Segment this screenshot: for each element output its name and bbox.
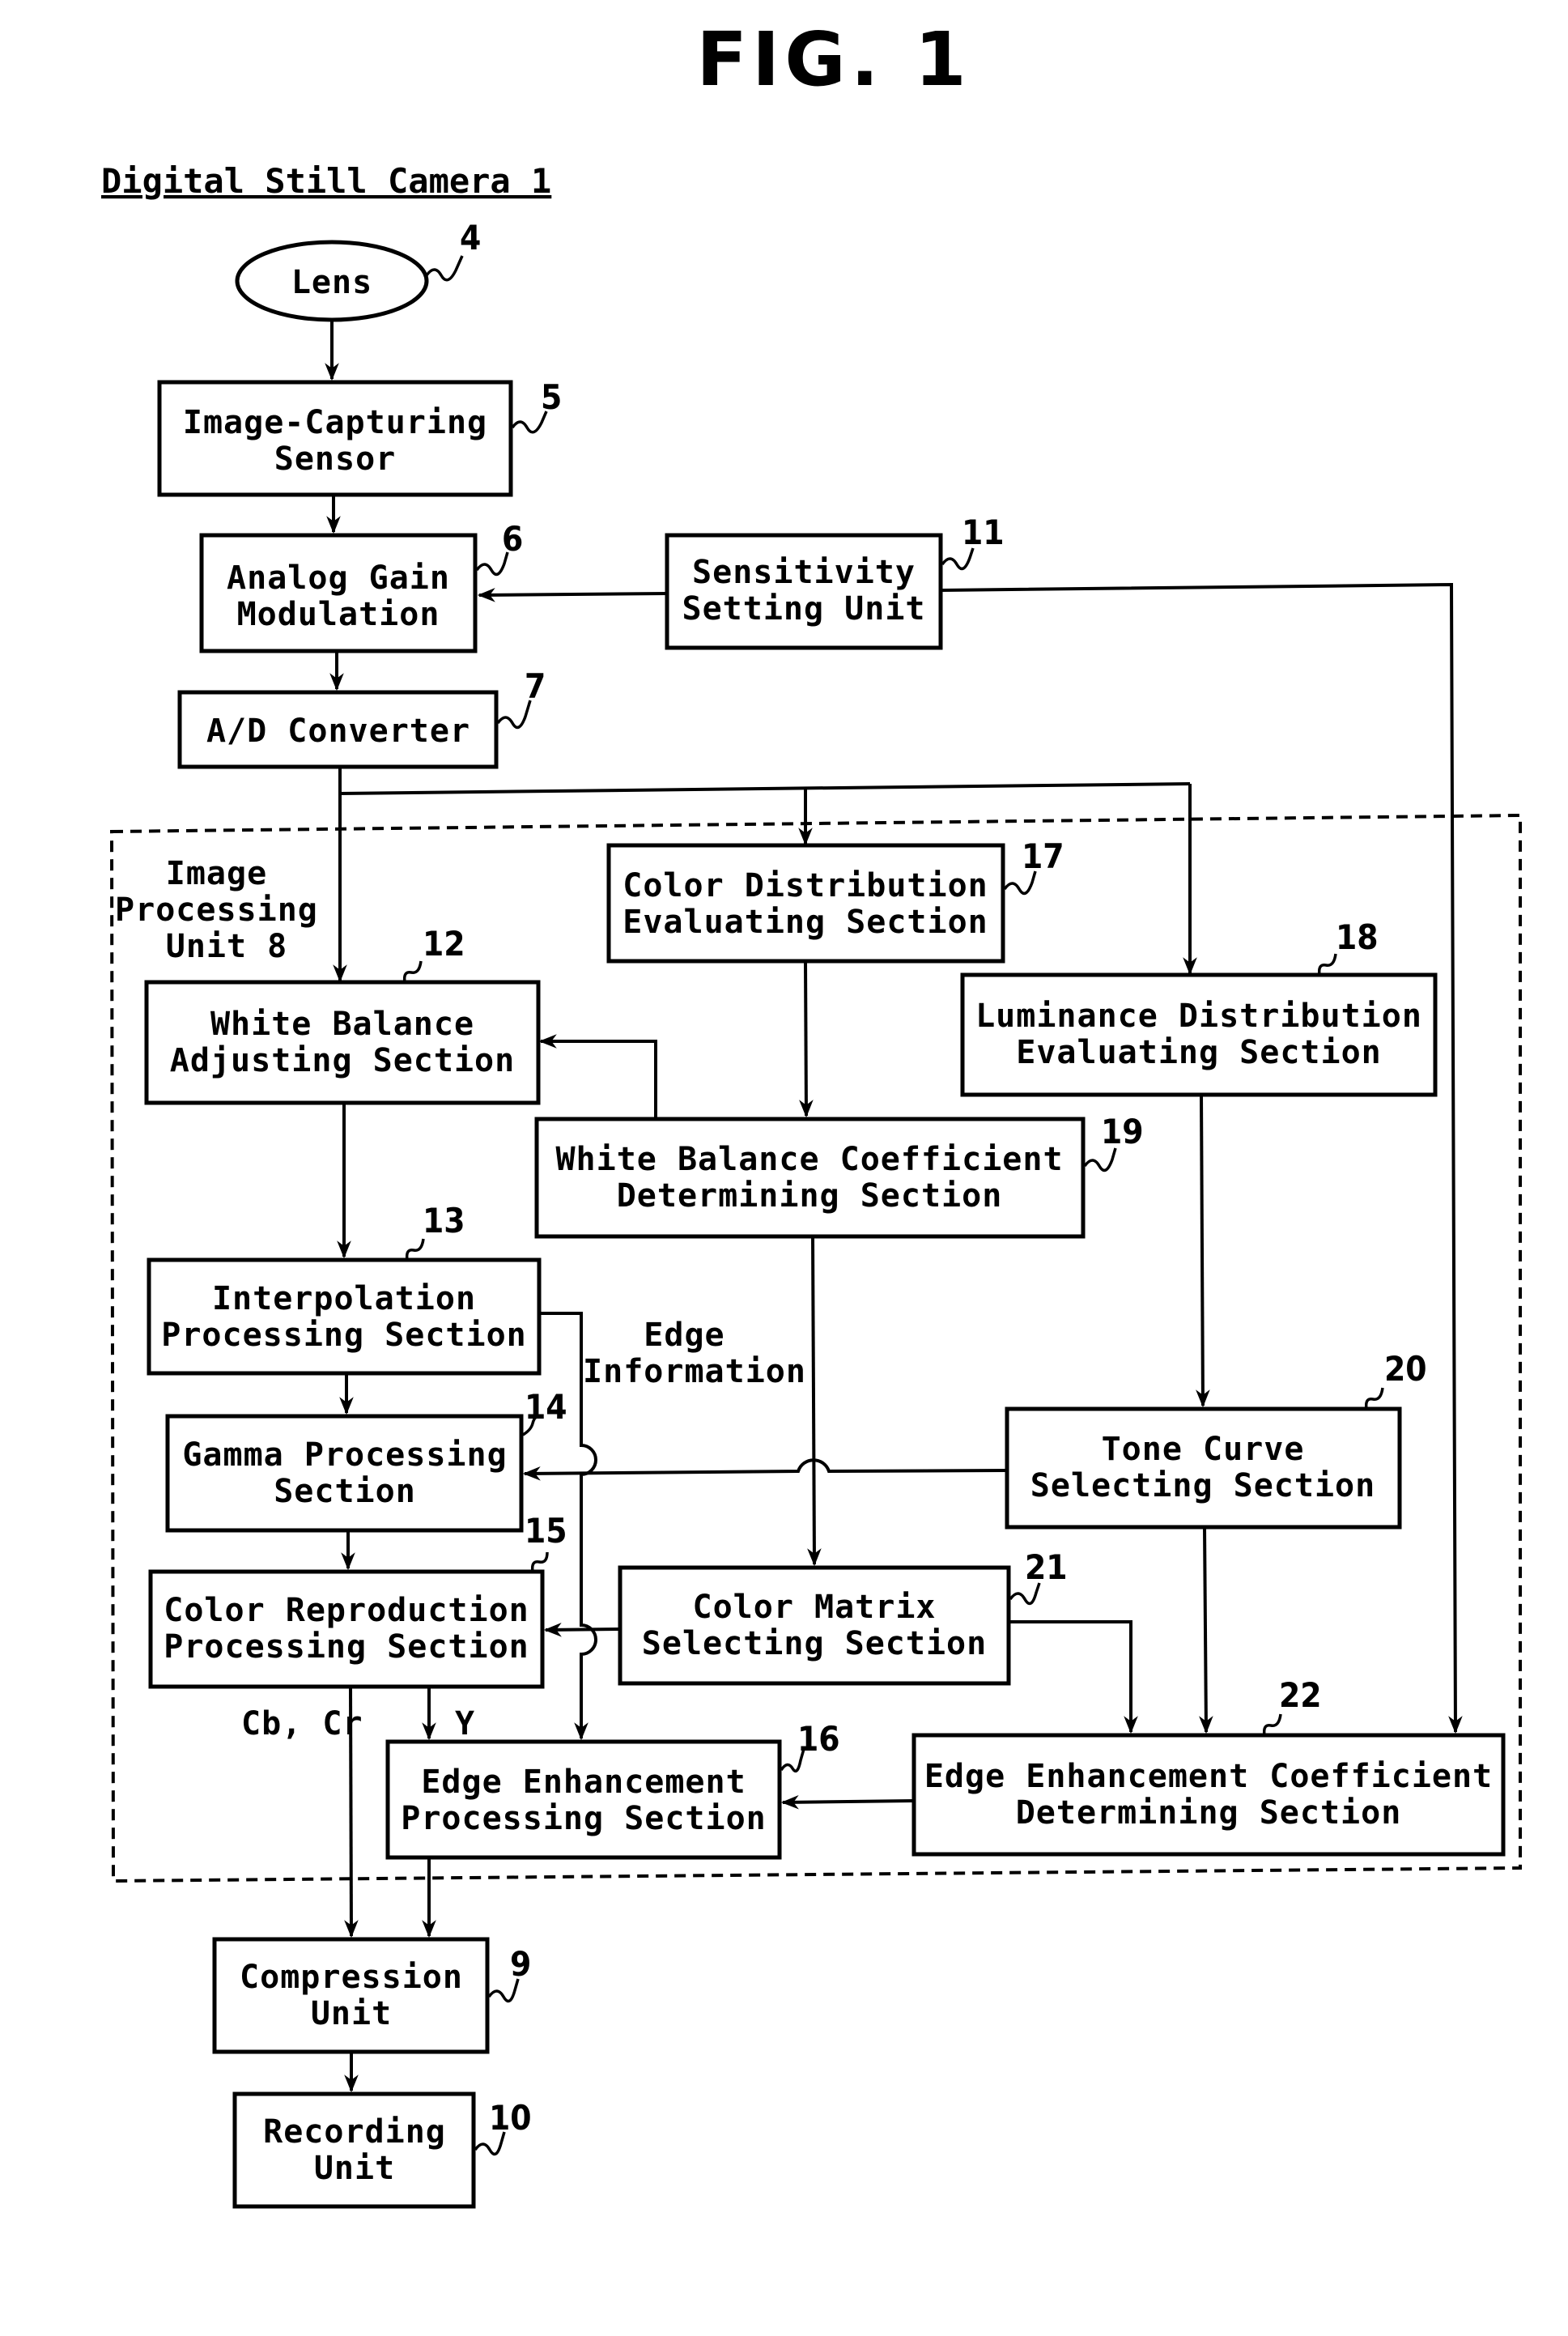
block-color-matrix-selecting: Color Matrix Selecting Section 21 xyxy=(618,1547,1068,1686)
ref-number: 4 xyxy=(460,218,481,257)
arrow-edge-coef-to-edge-proc xyxy=(780,1794,915,1810)
svg-text:Color Reproduction: Color Reproduction xyxy=(164,1592,529,1629)
svg-text:Processing Section: Processing Section xyxy=(161,1317,526,1354)
arrow-lum-dist-to-tone-curve xyxy=(1196,1094,1210,1408)
ref-number: 19 xyxy=(1101,1112,1144,1151)
svg-text:Analog Gain: Analog Gain xyxy=(227,560,450,597)
ref-number: 14 xyxy=(525,1387,567,1427)
ref-number: 22 xyxy=(1279,1675,1322,1715)
block-image-capturing-sensor: Image-Capturing Sensor 5 xyxy=(157,377,562,497)
block-white-balance-coefficient-determining: White Balance Coefficient Determining Se… xyxy=(534,1112,1144,1239)
ref-number: 12 xyxy=(423,924,465,964)
ref-number: 16 xyxy=(797,1719,840,1759)
svg-text:Unit: Unit xyxy=(311,1995,392,2032)
arrow-tone-curve-to-edge-coef xyxy=(1199,1526,1213,1734)
svg-text:White Balance: White Balance xyxy=(210,1006,474,1043)
svg-text:Unit: Unit xyxy=(314,2150,395,2187)
svg-text:Image-Capturing: Image-Capturing xyxy=(183,404,487,441)
ref-number: 21 xyxy=(1025,1547,1068,1587)
ref-number: 10 xyxy=(489,2098,532,2138)
luma-signal-label: Y xyxy=(455,1705,475,1742)
svg-text:Lens: Lens xyxy=(291,264,372,301)
block-gamma-processing: Gamma Processing Section 14 xyxy=(165,1387,567,1533)
svg-text:Selecting Section: Selecting Section xyxy=(1030,1467,1375,1504)
ref-number: 18 xyxy=(1336,917,1379,957)
arrow-color-matrix-to-color-repro xyxy=(543,1622,620,1637)
svg-text:Gamma Processing: Gamma Processing xyxy=(182,1436,507,1474)
block-color-reproduction-processing: Color Reproduction Processing Section 15 xyxy=(148,1511,567,1689)
svg-text:Interpolation: Interpolation xyxy=(212,1280,476,1317)
svg-text:Modulation: Modulation xyxy=(237,596,440,633)
ref-number: 11 xyxy=(962,513,1005,552)
svg-text:Compression: Compression xyxy=(240,1959,463,1996)
block-ad-converter: A/D Converter 7 xyxy=(177,666,546,769)
ref-number: 5 xyxy=(541,377,562,417)
svg-text:Color Distribution: Color Distribution xyxy=(623,867,988,904)
ref-number: 13 xyxy=(423,1201,465,1240)
ref-number: 9 xyxy=(510,1944,531,1984)
block-diagram: FIG. 1 Digital Still Camera 1 Image Proc… xyxy=(101,16,1522,2209)
block-edge-enhancement-coefficient-determining: Edge Enhancement Coefficient Determining… xyxy=(911,1675,1506,1857)
ref-number: 6 xyxy=(502,519,523,559)
svg-text:Edge Enhancement Coefficient: Edge Enhancement Coefficient xyxy=(924,1758,1493,1795)
ref-number: 17 xyxy=(1022,836,1064,876)
svg-text:Sensitivity: Sensitivity xyxy=(692,554,916,591)
ad-output-bus xyxy=(339,782,1191,795)
svg-text:Determining Section: Determining Section xyxy=(617,1177,1003,1215)
image-processing-unit-label: Image Processing Unit 8 xyxy=(115,855,338,965)
svg-text:Sensor: Sensor xyxy=(274,440,397,478)
chroma-signal-label: Cb, Cr xyxy=(241,1705,363,1742)
svg-text:White Balance Coefficient: White Balance Coefficient xyxy=(555,1141,1063,1178)
ref-number: 20 xyxy=(1384,1349,1427,1389)
arrow-wb-coef-to-wb-adjust xyxy=(538,1034,657,1119)
svg-text:Setting Unit: Setting Unit xyxy=(682,590,926,628)
arrow-color-matrix-to-edge-coef xyxy=(1009,1620,1138,1734)
svg-text:Processing Section: Processing Section xyxy=(164,1628,529,1666)
block-edge-enhancement-processing: Edge Enhancement Processing Section 16 xyxy=(385,1719,840,1860)
ref-number: 7 xyxy=(525,666,546,706)
svg-text:Recording: Recording xyxy=(263,2113,446,2151)
block-color-distribution-evaluating: Color Distribution Evaluating Section 17 xyxy=(606,836,1064,964)
block-recording-unit: Recording Unit 10 xyxy=(232,2091,532,2209)
figure-title: FIG. 1 xyxy=(696,16,971,103)
block-tone-curve-selecting: Tone Curve Selecting Section 20 xyxy=(1005,1349,1427,1530)
block-luminance-distribution-evaluating: Luminance Distribution Evaluating Sectio… xyxy=(960,917,1438,1097)
arrow-color-dist-to-wb-coef xyxy=(799,960,814,1118)
svg-text:A/D Converter: A/D Converter xyxy=(206,713,470,750)
svg-text:Determining Section: Determining Section xyxy=(1016,1794,1402,1832)
figure-caption: Digital Still Camera 1 xyxy=(101,161,551,201)
block-analog-gain-modulation: Analog Gain Modulation 6 xyxy=(199,519,523,653)
arrow-wb-coef-to-color-matrix xyxy=(807,1236,822,1567)
svg-text:Evaluating Section: Evaluating Section xyxy=(623,904,988,941)
block-lens: Lens 4 xyxy=(235,218,481,322)
svg-text:Adjusting Section: Adjusting Section xyxy=(170,1042,515,1079)
svg-text:Selecting Section: Selecting Section xyxy=(642,1625,987,1662)
edge-information-label: Edge Information xyxy=(583,1317,806,1390)
svg-text:Color Matrix: Color Matrix xyxy=(693,1589,937,1626)
block-compression-unit: Compression Unit 9 xyxy=(212,1937,531,2054)
block-sensitivity-setting-unit: Sensitivity Setting Unit 11 xyxy=(665,513,1005,650)
svg-text:Processing Section: Processing Section xyxy=(401,1800,766,1837)
svg-text:Section: Section xyxy=(274,1473,416,1510)
svg-text:Luminance Distribution: Luminance Distribution xyxy=(975,998,1422,1035)
svg-text:Edge Enhancement: Edge Enhancement xyxy=(421,1764,746,1801)
svg-text:Tone Curve: Tone Curve xyxy=(1102,1431,1305,1468)
arrow-sensitivity-to-gain xyxy=(477,588,668,602)
ref-number: 15 xyxy=(525,1511,567,1551)
svg-text:Evaluating Section: Evaluating Section xyxy=(1016,1034,1381,1071)
